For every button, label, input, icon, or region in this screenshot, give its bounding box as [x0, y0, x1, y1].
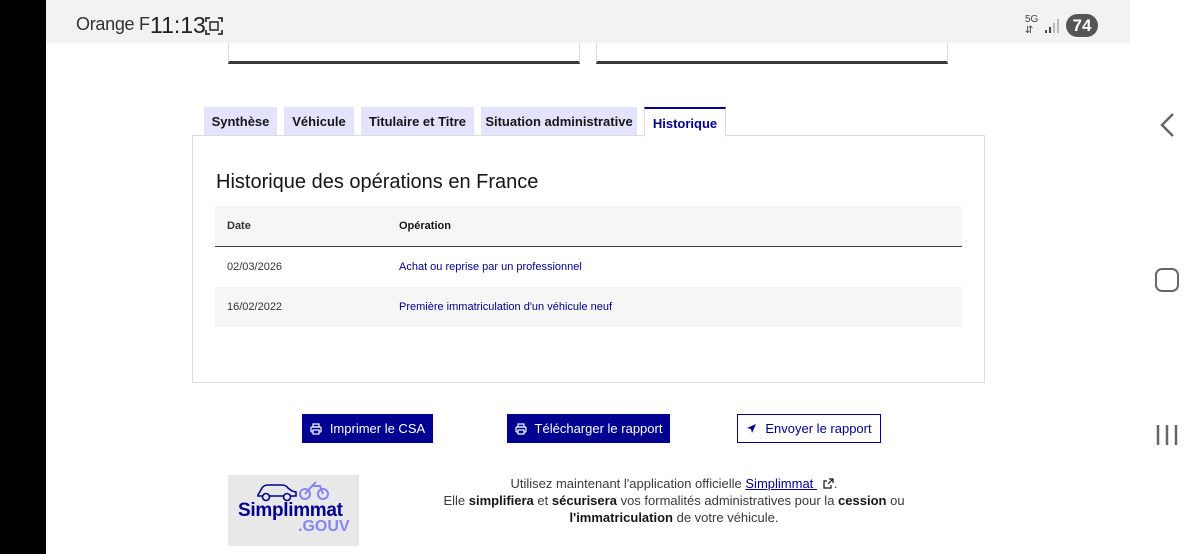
send-report-button[interactable]: Envoyer le rapport [737, 414, 881, 443]
car-icon [257, 484, 297, 502]
panel-title: Historique des opérations en France [216, 171, 539, 193]
promo-text-part: ou [890, 493, 905, 508]
promo-bold-immatriculation: l'immatriculation [569, 510, 673, 525]
history-panel: Historique des opérations en France Date… [192, 135, 985, 383]
clock: 11:13 [150, 12, 206, 38]
external-link-icon [823, 478, 834, 489]
promo-bold-simplifiera: simplifiera [468, 493, 534, 508]
row-date: 16/02/2022 [227, 301, 283, 313]
download-report-label: Télécharger le rapport [534, 421, 663, 436]
column-header-date: Date [227, 220, 251, 232]
promo-period: . [833, 476, 838, 491]
left-black-bar [0, 0, 46, 554]
carrier-name: Orange F [76, 14, 150, 34]
data-arrows-icon: ⇵ [1025, 25, 1034, 36]
battery-icon: 74 [1066, 14, 1098, 37]
network-type: 5G [1025, 14, 1039, 25]
tab-vehicule[interactable]: Véhicule [284, 107, 354, 136]
promo-line-1: Utilisez maintenant l'application offici… [396, 475, 952, 492]
column-header-operation: Opération [399, 220, 451, 232]
promo-line-2: Elle simplifiera et sécurisera vos forma… [396, 492, 952, 526]
motorcycle-icon [299, 481, 329, 500]
tab-historique[interactable]: Historique [644, 107, 726, 137]
recents-icon[interactable] [1155, 424, 1179, 446]
promo-text-part: de votre véhicule. [676, 510, 779, 525]
tab-situation-administrative[interactable]: Situation administrative [481, 107, 637, 136]
tab-synthese[interactable]: Synthèse [204, 107, 277, 136]
promo-text-part: et [537, 493, 549, 508]
promo-bold-cession: cession [838, 493, 887, 508]
screen-capture-icon [205, 17, 223, 35]
send-report-label: Envoyer le rapport [765, 421, 872, 436]
signal-icon [1045, 19, 1059, 33]
printer-icon [514, 422, 527, 435]
promo-text: Utilisez maintenant l'application offici… [396, 475, 952, 526]
table-header: Date Opération [215, 206, 962, 247]
printer-icon [310, 422, 322, 435]
download-report-button[interactable]: Télécharger le rapport [507, 414, 670, 443]
print-csa-button[interactable]: Imprimer le CSA [302, 414, 433, 443]
row-operation: Première immatriculation d'un véhicule n… [399, 301, 613, 313]
summary-card-right [596, 43, 948, 64]
home-icon[interactable] [1155, 268, 1179, 292]
table-row: 02/03/2026 Achat ou reprise par un profe… [215, 247, 962, 287]
send-icon [747, 424, 757, 433]
print-csa-label: Imprimer le CSA [329, 421, 426, 436]
row-operation: Achat ou reprise par un professionnel [399, 261, 582, 273]
simplimmat-link[interactable]: Simplimmat [745, 476, 834, 491]
network-indicator: 5G ⇵ [1025, 15, 1038, 36]
history-table: Date Opération 02/03/2026 Achat ou repri… [215, 206, 962, 327]
promo-text-part: Elle [443, 493, 466, 508]
simplimmat-logo[interactable]: Simplimmat .GOUV [228, 475, 359, 546]
tab-titulaire-titre[interactable]: Titulaire et Titre [361, 107, 474, 136]
row-date: 02/03/2026 [227, 261, 283, 273]
status-bar: Orange F 11:13 5G ⇵ 74 [46, 0, 1130, 43]
table-row: 16/02/2022 Première immatriculation d'un… [215, 287, 962, 327]
promo-prefix: Utilisez maintenant l'application offici… [510, 476, 742, 491]
back-icon[interactable] [1158, 112, 1176, 138]
summary-card-left [228, 43, 580, 64]
logo-gouv: .GOUV [298, 518, 350, 535]
promo-bold-securisera: sécurisera [551, 493, 617, 508]
promo-text-part: vos formalités administratives pour la [620, 493, 835, 508]
simplimmat-link-label: Simplimmat [745, 476, 814, 491]
